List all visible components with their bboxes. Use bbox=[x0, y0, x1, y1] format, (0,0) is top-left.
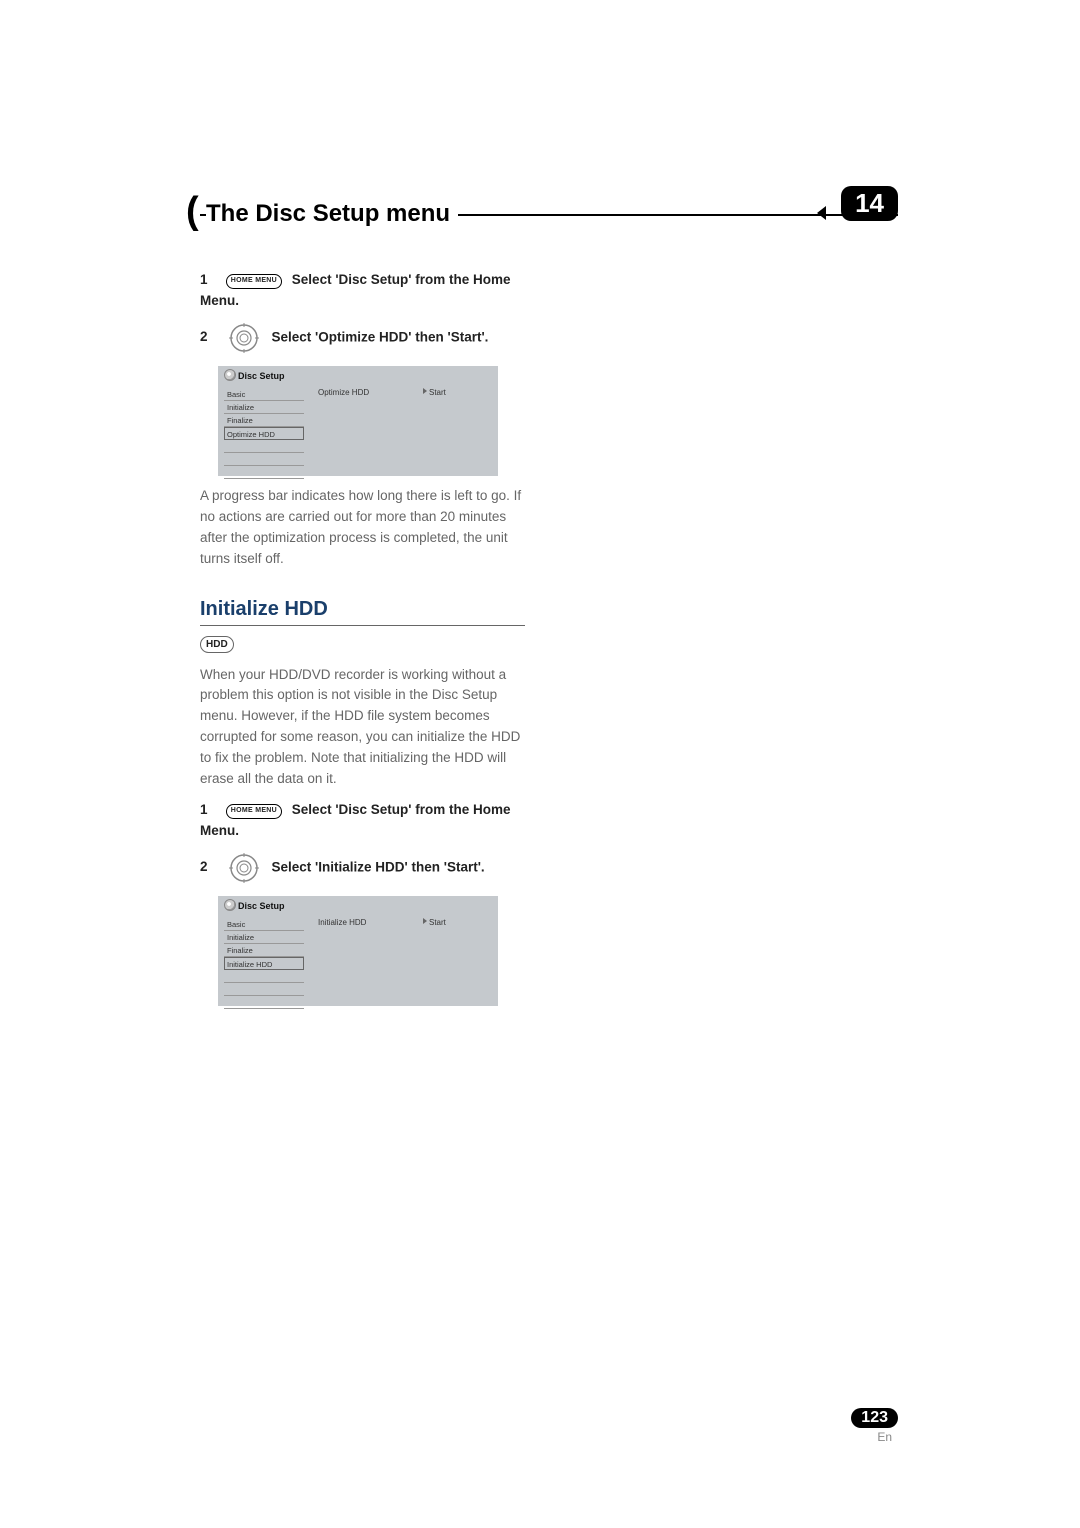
screenshot-title: Disc Setup bbox=[238, 901, 285, 911]
chapter-title-bar: ( The Disc Setup menu 14 bbox=[200, 200, 898, 240]
disc-icon bbox=[224, 369, 236, 381]
screenshot-middle: Initialize HDD bbox=[318, 918, 366, 927]
menu-item: Initialize bbox=[224, 931, 304, 944]
page-number-badge: 123 bbox=[851, 1408, 898, 1428]
initialize-body-text: When your HDD/DVD recorder is working wi… bbox=[200, 665, 525, 791]
start-label: Start bbox=[429, 918, 446, 927]
chapter-caret-icon bbox=[817, 206, 826, 220]
initialize-step-2: 2 Select 'Initialize HDD' then 'Start'. bbox=[200, 850, 525, 886]
initialize-step-1: 1 HOME MENU Select 'Disc Setup' from the… bbox=[200, 800, 525, 842]
play-icon bbox=[423, 918, 427, 924]
step-text: Select 'Initialize HDD' then 'Start'. bbox=[272, 859, 485, 874]
screenshot-start: Start bbox=[423, 388, 446, 397]
step-text: Select 'Optimize HDD' then 'Start'. bbox=[272, 329, 489, 344]
optimize-step-1: 1 HOME MENU Select 'Disc Setup' from the… bbox=[200, 270, 525, 312]
initialize-screenshot: Disc Setup Basic Initialize Finalize Ini… bbox=[218, 896, 498, 1006]
menu-item-empty bbox=[224, 996, 304, 1009]
nav-dial-icon bbox=[226, 320, 262, 356]
screenshot-start: Start bbox=[423, 918, 446, 927]
menu-item-empty bbox=[224, 453, 304, 466]
paren-decor: ( bbox=[186, 190, 199, 233]
menu-item: Finalize bbox=[224, 944, 304, 957]
disc-icon bbox=[224, 899, 236, 911]
menu-item: Basic bbox=[224, 388, 304, 401]
optimize-screenshot: Disc Setup Basic Initialize Finalize Opt… bbox=[218, 366, 498, 476]
menu-item-selected: Initialize HDD bbox=[224, 957, 304, 970]
start-label: Start bbox=[429, 388, 446, 397]
home-menu-key-icon: HOME MENU bbox=[226, 804, 282, 819]
page-lang: En bbox=[851, 1430, 898, 1444]
section-heading-initialize: Initialize HDD bbox=[200, 598, 525, 626]
play-icon bbox=[423, 388, 427, 394]
page-footer: 123 En bbox=[851, 1408, 898, 1444]
hdd-badge-icon: HDD bbox=[200, 636, 234, 653]
nav-dial-icon bbox=[226, 850, 262, 886]
manual-page: ( The Disc Setup menu 14 1 HOME MENU Sel… bbox=[0, 0, 1080, 1528]
optimize-body-text: A progress bar indicates how long there … bbox=[200, 486, 525, 570]
menu-item-empty bbox=[224, 983, 304, 996]
step-number: 2 bbox=[200, 327, 216, 348]
menu-item-selected: Optimize HDD bbox=[224, 427, 304, 440]
optimize-step-2: 2 Select 'Optimize HDD' then 'Start'. bbox=[200, 320, 525, 356]
chapter-number-badge: 14 bbox=[841, 186, 898, 221]
screenshot-title: Disc Setup bbox=[238, 371, 285, 381]
menu-item-empty bbox=[224, 440, 304, 453]
menu-item: Basic bbox=[224, 918, 304, 931]
screenshot-menu: Basic Initialize Finalize Initialize HDD bbox=[224, 918, 304, 1009]
menu-item: Finalize bbox=[224, 414, 304, 427]
menu-item-empty bbox=[224, 466, 304, 479]
home-menu-key-icon: HOME MENU bbox=[226, 274, 282, 289]
menu-item-empty bbox=[224, 970, 304, 983]
chapter-title: The Disc Setup menu bbox=[206, 200, 458, 228]
menu-item: Initialize bbox=[224, 401, 304, 414]
step-number: 2 bbox=[200, 857, 216, 878]
content-column: 1 HOME MENU Select 'Disc Setup' from the… bbox=[200, 270, 525, 1006]
screenshot-middle: Optimize HDD bbox=[318, 388, 369, 397]
screenshot-menu: Basic Initialize Finalize Optimize HDD bbox=[224, 388, 304, 479]
step-number: 1 bbox=[200, 270, 216, 291]
step-number: 1 bbox=[200, 800, 216, 821]
